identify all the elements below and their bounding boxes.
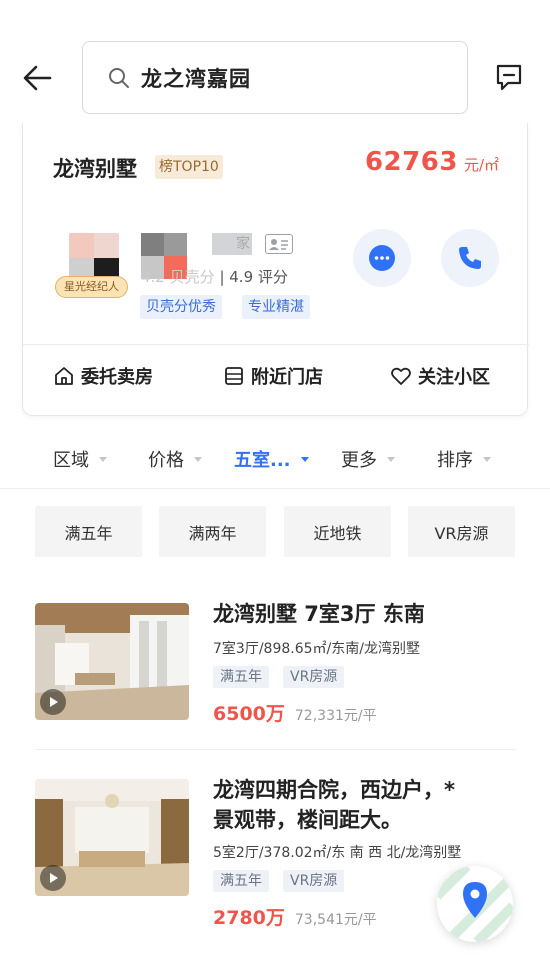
id-card-icon <box>265 234 293 254</box>
listing-price: 6500万 72,331元/平 <box>213 699 377 726</box>
chat-button[interactable] <box>353 229 411 287</box>
quick-tag-five-years[interactable]: 满五年 <box>35 506 142 557</box>
search-icon <box>109 67 129 88</box>
listing-tag: VR房源 <box>283 870 345 892</box>
listing-tag: 满五年 <box>213 666 269 688</box>
listing-tag: 满五年 <box>213 870 269 892</box>
unit-price: 72,331元/平 <box>294 708 377 724</box>
entrust-sell-button[interactable]: 委托卖房 <box>53 363 153 389</box>
agent-tag: 专业精湛 <box>242 295 310 319</box>
listing-photo[interactable] <box>35 779 189 896</box>
heart-icon <box>391 367 411 385</box>
search-query: 龙之湾嘉园 <box>141 66 251 91</box>
filter-layout[interactable]: 五室... <box>234 446 309 472</box>
vr-play-icon <box>40 689 66 715</box>
filter-price[interactable]: 价格 <box>148 446 202 472</box>
total-price: 6500万 <box>213 703 285 725</box>
top-bar: 龙之湾嘉园 <box>0 0 550 120</box>
star-agent-badge: 星光经纪人 <box>55 276 128 298</box>
agent-rating: 4.2 贝壳分 | 4.9 评分 <box>141 268 288 286</box>
search-input[interactable]: 龙之湾嘉园 <box>82 41 468 114</box>
phone-icon <box>459 247 481 269</box>
filter-sort[interactable]: 排序 <box>437 446 491 472</box>
call-button[interactable] <box>441 229 499 287</box>
filter-region[interactable]: 区域 <box>53 446 107 472</box>
listing-title[interactable]: 龙湾四期合院，西边户，* 景观带，楼间距大。 <box>213 775 513 835</box>
listing-title[interactable]: 龙湾别墅 7室3厅 东南 <box>213 599 513 629</box>
listing-detail: 5室2厅/378.02㎡/东 南 西 北/龙湾别墅 <box>213 845 462 861</box>
listing-tag: VR房源 <box>283 666 345 688</box>
back-arrow-icon[interactable] <box>20 60 56 96</box>
community-card: 龙湾别墅 榜TOP10 62763 元/㎡ 星光经纪人 家 4.2 贝壳分 | … <box>22 123 529 416</box>
agent-tag: 贝壳分优秀 <box>140 295 222 319</box>
nearby-store-button[interactable]: 附近门店 <box>223 363 323 389</box>
unit-price: 73,541元/平 <box>294 912 377 928</box>
price-unit: 元/㎡ <box>463 156 499 174</box>
filter-divider <box>0 488 550 489</box>
list-item[interactable]: 龙湾别墅 7室3厅 东南 7室3厅/898.65㎡/东南/龙湾别墅 满五年 VR… <box>0 602 550 753</box>
store-icon <box>225 367 243 385</box>
quick-tag-vr[interactable]: VR房源 <box>408 506 515 557</box>
filter-more[interactable]: 更多 <box>341 446 395 472</box>
community-name[interactable]: 龙湾别墅 <box>53 153 137 183</box>
message-icon[interactable] <box>494 62 524 92</box>
listing-detail: 7室3厅/898.65㎡/东南/龙湾别墅 <box>213 641 420 657</box>
quick-tag-two-years[interactable]: 满两年 <box>159 506 266 557</box>
listing-price: 2780万 73,541元/平 <box>213 903 377 930</box>
listing-photo[interactable] <box>35 603 189 720</box>
list-divider <box>35 749 516 750</box>
total-price: 2780万 <box>213 907 285 929</box>
filter-bar: 区域 价格 五室... 更多 排序 <box>0 440 550 480</box>
follow-community-button[interactable]: 关注小区 <box>390 363 490 389</box>
map-pin-icon <box>437 866 513 942</box>
map-button[interactable] <box>437 866 513 942</box>
agent-company-blurred: 家 <box>212 233 252 255</box>
house-icon <box>55 367 73 385</box>
rank-badge[interactable]: 榜TOP10 <box>155 155 223 179</box>
chat-bubble-icon <box>369 245 395 271</box>
community-price: 62763 元/㎡ <box>365 147 499 177</box>
card-divider <box>23 344 529 345</box>
quick-tag-near-subway[interactable]: 近地铁 <box>284 506 391 557</box>
price-value: 62763 <box>364 147 458 177</box>
vr-play-icon <box>40 865 66 891</box>
